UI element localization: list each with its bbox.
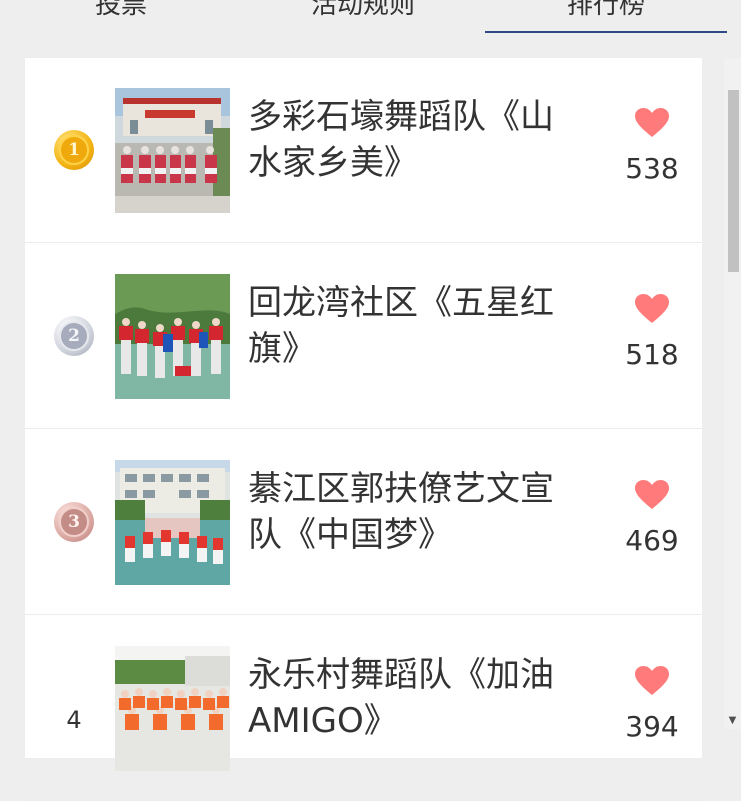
- ranking-list: 1 多彩石壕舞蹈队《山水家乡美》 538 2 回龙湾社区《五星红旗》 518 3…: [25, 58, 702, 801]
- chevron-down-icon[interactable]: ▼: [724, 712, 741, 729]
- ranking-row[interactable]: 2 回龙湾社区《五星红旗》 518: [25, 244, 702, 429]
- medal-rank-number: 3: [59, 507, 89, 537]
- vote-count: 518: [625, 338, 679, 371]
- scrollbar-thumb[interactable]: [728, 90, 739, 272]
- tab-rules[interactable]: 活动规则: [242, 0, 484, 32]
- medal-rank-number: 2: [59, 321, 89, 351]
- team-photo[interactable]: [115, 88, 230, 213]
- team-title[interactable]: 永乐村舞蹈队《加油AMIGO》: [248, 652, 583, 744]
- silver-medal-icon: 2: [54, 316, 94, 356]
- tab-ranking[interactable]: 排行榜: [485, 0, 727, 32]
- team-photo[interactable]: [115, 646, 230, 771]
- active-tab-indicator: [485, 31, 727, 33]
- ranking-row[interactable]: 4 永乐村舞蹈队《加油AMIGO》 394: [25, 616, 702, 801]
- tab-bar: 投票 活动规则 排行榜: [0, 0, 728, 33]
- heart-icon[interactable]: [635, 666, 669, 696]
- ranking-row[interactable]: 1 多彩石壕舞蹈队《山水家乡美》 538: [25, 58, 702, 243]
- rank-number: 4: [66, 706, 82, 734]
- vote-count: 469: [625, 524, 679, 557]
- vote-count: 538: [625, 152, 679, 185]
- heart-icon[interactable]: [635, 294, 669, 324]
- team-title[interactable]: 綦江区郭扶僚艺文宣队《中国梦》: [248, 466, 583, 558]
- team-photo[interactable]: [115, 274, 230, 399]
- vertical-scrollbar[interactable]: ▼: [724, 58, 741, 729]
- medal-rank-number: 1: [59, 135, 89, 165]
- tab-vote[interactable]: 投票: [0, 0, 242, 32]
- ranking-row[interactable]: 3 綦江区郭扶僚艺文宣队《中国梦》 469: [25, 430, 702, 615]
- heart-icon[interactable]: [635, 480, 669, 510]
- bronze-medal-icon: 3: [54, 502, 94, 542]
- gold-medal-icon: 1: [54, 130, 94, 170]
- vote-count: 394: [625, 710, 679, 743]
- heart-icon[interactable]: [635, 108, 669, 138]
- team-title[interactable]: 回龙湾社区《五星红旗》: [248, 280, 583, 372]
- team-title[interactable]: 多彩石壕舞蹈队《山水家乡美》: [248, 94, 583, 186]
- team-photo[interactable]: [115, 460, 230, 585]
